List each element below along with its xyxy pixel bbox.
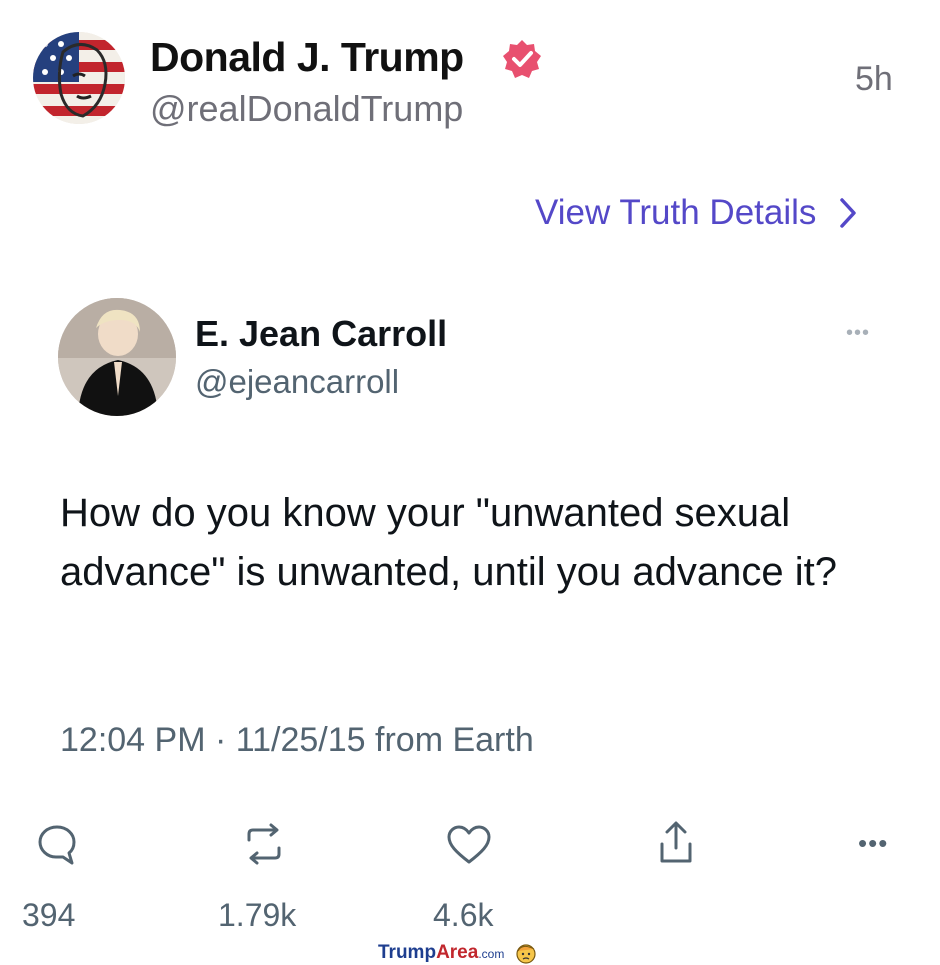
quoted-author-avatar[interactable] (58, 298, 176, 416)
reply-button[interactable] (35, 822, 79, 866)
like-button[interactable] (446, 824, 492, 866)
watermark: TrumpArea.com (378, 941, 538, 965)
more-options-icon[interactable]: ••• (858, 828, 888, 859)
author-avatar[interactable] (33, 32, 125, 124)
watermark-part-1: Trump (378, 942, 437, 963)
watermark-face-icon (516, 944, 536, 964)
quoted-post-meta: 12:04 PM · 11/25/15 from Earth (60, 721, 534, 759)
watermark-part-2: Area (436, 942, 479, 963)
chevron-right-icon (840, 198, 857, 228)
quoted-more-options-icon[interactable]: ••• (846, 322, 870, 345)
repost-button[interactable] (240, 822, 288, 866)
heart-icon (447, 825, 491, 864)
author-handle[interactable]: @realDonaldTrump (150, 88, 463, 130)
verified-badge-icon (501, 38, 543, 80)
view-details-link[interactable]: View Truth Details (535, 193, 858, 233)
like-count: 4.6k (433, 897, 494, 933)
view-details-label: View Truth Details (535, 193, 817, 232)
reply-icon (38, 825, 76, 865)
watermark-logo: TrumpArea.com (378, 942, 504, 964)
repost-count: 1.79k (218, 897, 297, 933)
share-button[interactable] (658, 820, 694, 866)
repost-icon (247, 823, 281, 865)
post-time-ago: 5h (855, 60, 893, 98)
quoted-author-name[interactable]: E. Jean Carroll (195, 313, 447, 355)
share-icon (660, 821, 692, 863)
watermark-part-3: .com (478, 947, 505, 961)
quoted-post-text: How do you know your "unwanted sexual ad… (60, 491, 837, 594)
quoted-author-handle[interactable]: @ejeancarroll (195, 363, 399, 401)
reply-count: 394 (22, 897, 76, 933)
author-name[interactable]: Donald J. Trump (150, 34, 464, 81)
